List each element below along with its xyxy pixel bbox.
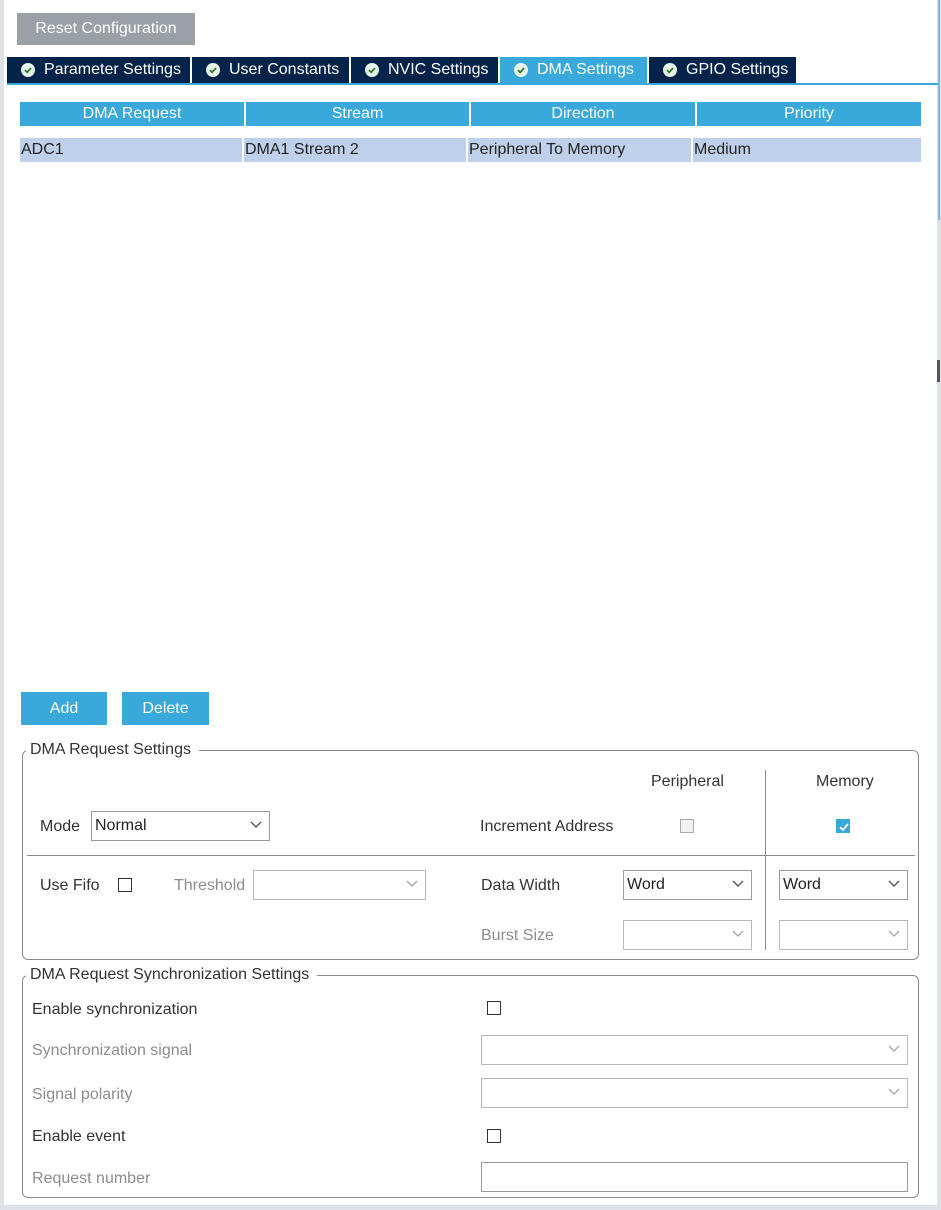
window-left-border [0,0,4,1210]
peripheral-increment-checkbox[interactable] [680,819,694,833]
check-circle-icon [514,63,528,77]
chevron-down-icon [250,821,262,828]
settings-row-divider [27,855,915,856]
burst-size-label: Burst Size [481,927,554,944]
cell-priority: Medium [694,141,751,158]
synchronization-signal-label: Synchronization signal [32,1042,193,1059]
chevron-down-icon [888,1045,900,1052]
add-button[interactable]: Add [21,692,107,725]
request-number-label: Request number [32,1170,151,1187]
memory-column-header: Memory [816,773,874,790]
increment-address-label: Increment Address [480,818,614,835]
check-circle-icon [365,63,379,77]
table-header: DMA Request Stream Direction Priority [20,102,921,126]
chevron-down-icon [732,930,744,937]
peripheral-column-header: Peripheral [651,773,724,790]
chevron-down-icon [888,880,900,887]
request-number-input[interactable] [481,1162,908,1192]
dma-request-settings-title: DMA Request Settings [26,741,199,759]
chevron-down-icon [732,880,744,887]
window-bottom-border [0,1205,941,1210]
mode-select[interactable]: Normal [91,811,270,841]
enable-synchronization-label: Enable synchronization [32,1001,198,1018]
memory-burst-size-select[interactable] [779,920,908,950]
signal-polarity-select[interactable] [481,1078,908,1108]
synchronization-signal-select[interactable] [481,1035,908,1065]
peripheral-data-width-select[interactable]: Word [623,870,752,900]
data-width-label: Data Width [481,877,561,894]
check-circle-icon [21,63,35,77]
check-circle-icon [206,63,220,77]
mode-label: Mode [40,818,81,835]
tab-dma-settings[interactable]: DMA Settings [500,57,647,83]
tab-gpio-settings[interactable]: GPIO Settings [649,57,796,83]
chevron-down-icon [406,880,418,887]
scrollbar-track[interactable] [938,0,940,220]
cell-direction: Peripheral To Memory [468,138,693,162]
tab-label: User Constants [229,61,340,78]
scrollbar-thumb[interactable] [937,360,940,382]
tab-label: Parameter Settings [44,61,181,78]
delete-button[interactable]: Delete [122,692,209,725]
memory-data-width-value: Word [783,876,821,893]
config-tabs: Parameter Settings User Constants NVIC S… [7,57,798,83]
check-circle-icon [663,63,677,77]
dma-request-table: DMA Request Stream Direction Priority AD… [20,102,921,162]
column-header-stream[interactable]: Stream [246,102,469,126]
memory-data-width-select[interactable]: Word [779,870,908,900]
threshold-select[interactable] [253,870,426,900]
cell-stream: DMA1 Stream 2 [244,138,468,162]
memory-increment-checkbox[interactable] [836,819,850,833]
tab-underline [7,83,938,85]
tab-label: NVIC Settings [388,61,489,78]
signal-polarity-label: Signal polarity [32,1086,133,1103]
table-row[interactable]: ADC1 DMA1 Stream 2 Peripheral To Memory … [20,138,921,162]
peripheral-burst-size-select[interactable] [623,920,752,950]
threshold-label: Threshold [174,877,246,894]
column-header-priority[interactable]: Priority [697,102,921,126]
mode-value: Normal [95,817,147,834]
tab-user-constants[interactable]: User Constants [192,57,349,83]
chevron-down-icon [888,930,900,937]
memory-column-divider [765,770,766,950]
enable-event-label: Enable event [32,1128,126,1145]
tab-nvic-settings[interactable]: NVIC Settings [351,57,498,83]
reset-configuration-button[interactable]: Reset Configuration [17,13,195,45]
chevron-down-icon [888,1088,900,1095]
enable-synchronization-checkbox[interactable] [487,1001,501,1015]
enable-event-checkbox[interactable] [487,1129,501,1143]
cell-dma-request: ADC1 [20,138,244,162]
tab-parameter-settings[interactable]: Parameter Settings [7,57,190,83]
use-fifo-checkbox[interactable] [118,878,132,892]
dma-sync-settings-title: DMA Request Synchronization Settings [26,966,318,984]
tab-label: DMA Settings [537,61,634,78]
column-header-direction[interactable]: Direction [471,102,695,126]
peripheral-data-width-value: Word [627,876,665,893]
column-header-dma-request[interactable]: DMA Request [20,102,244,126]
use-fifo-label: Use Fifo [40,877,100,894]
tab-label: GPIO Settings [686,61,789,78]
checkmark-icon [839,823,849,832]
